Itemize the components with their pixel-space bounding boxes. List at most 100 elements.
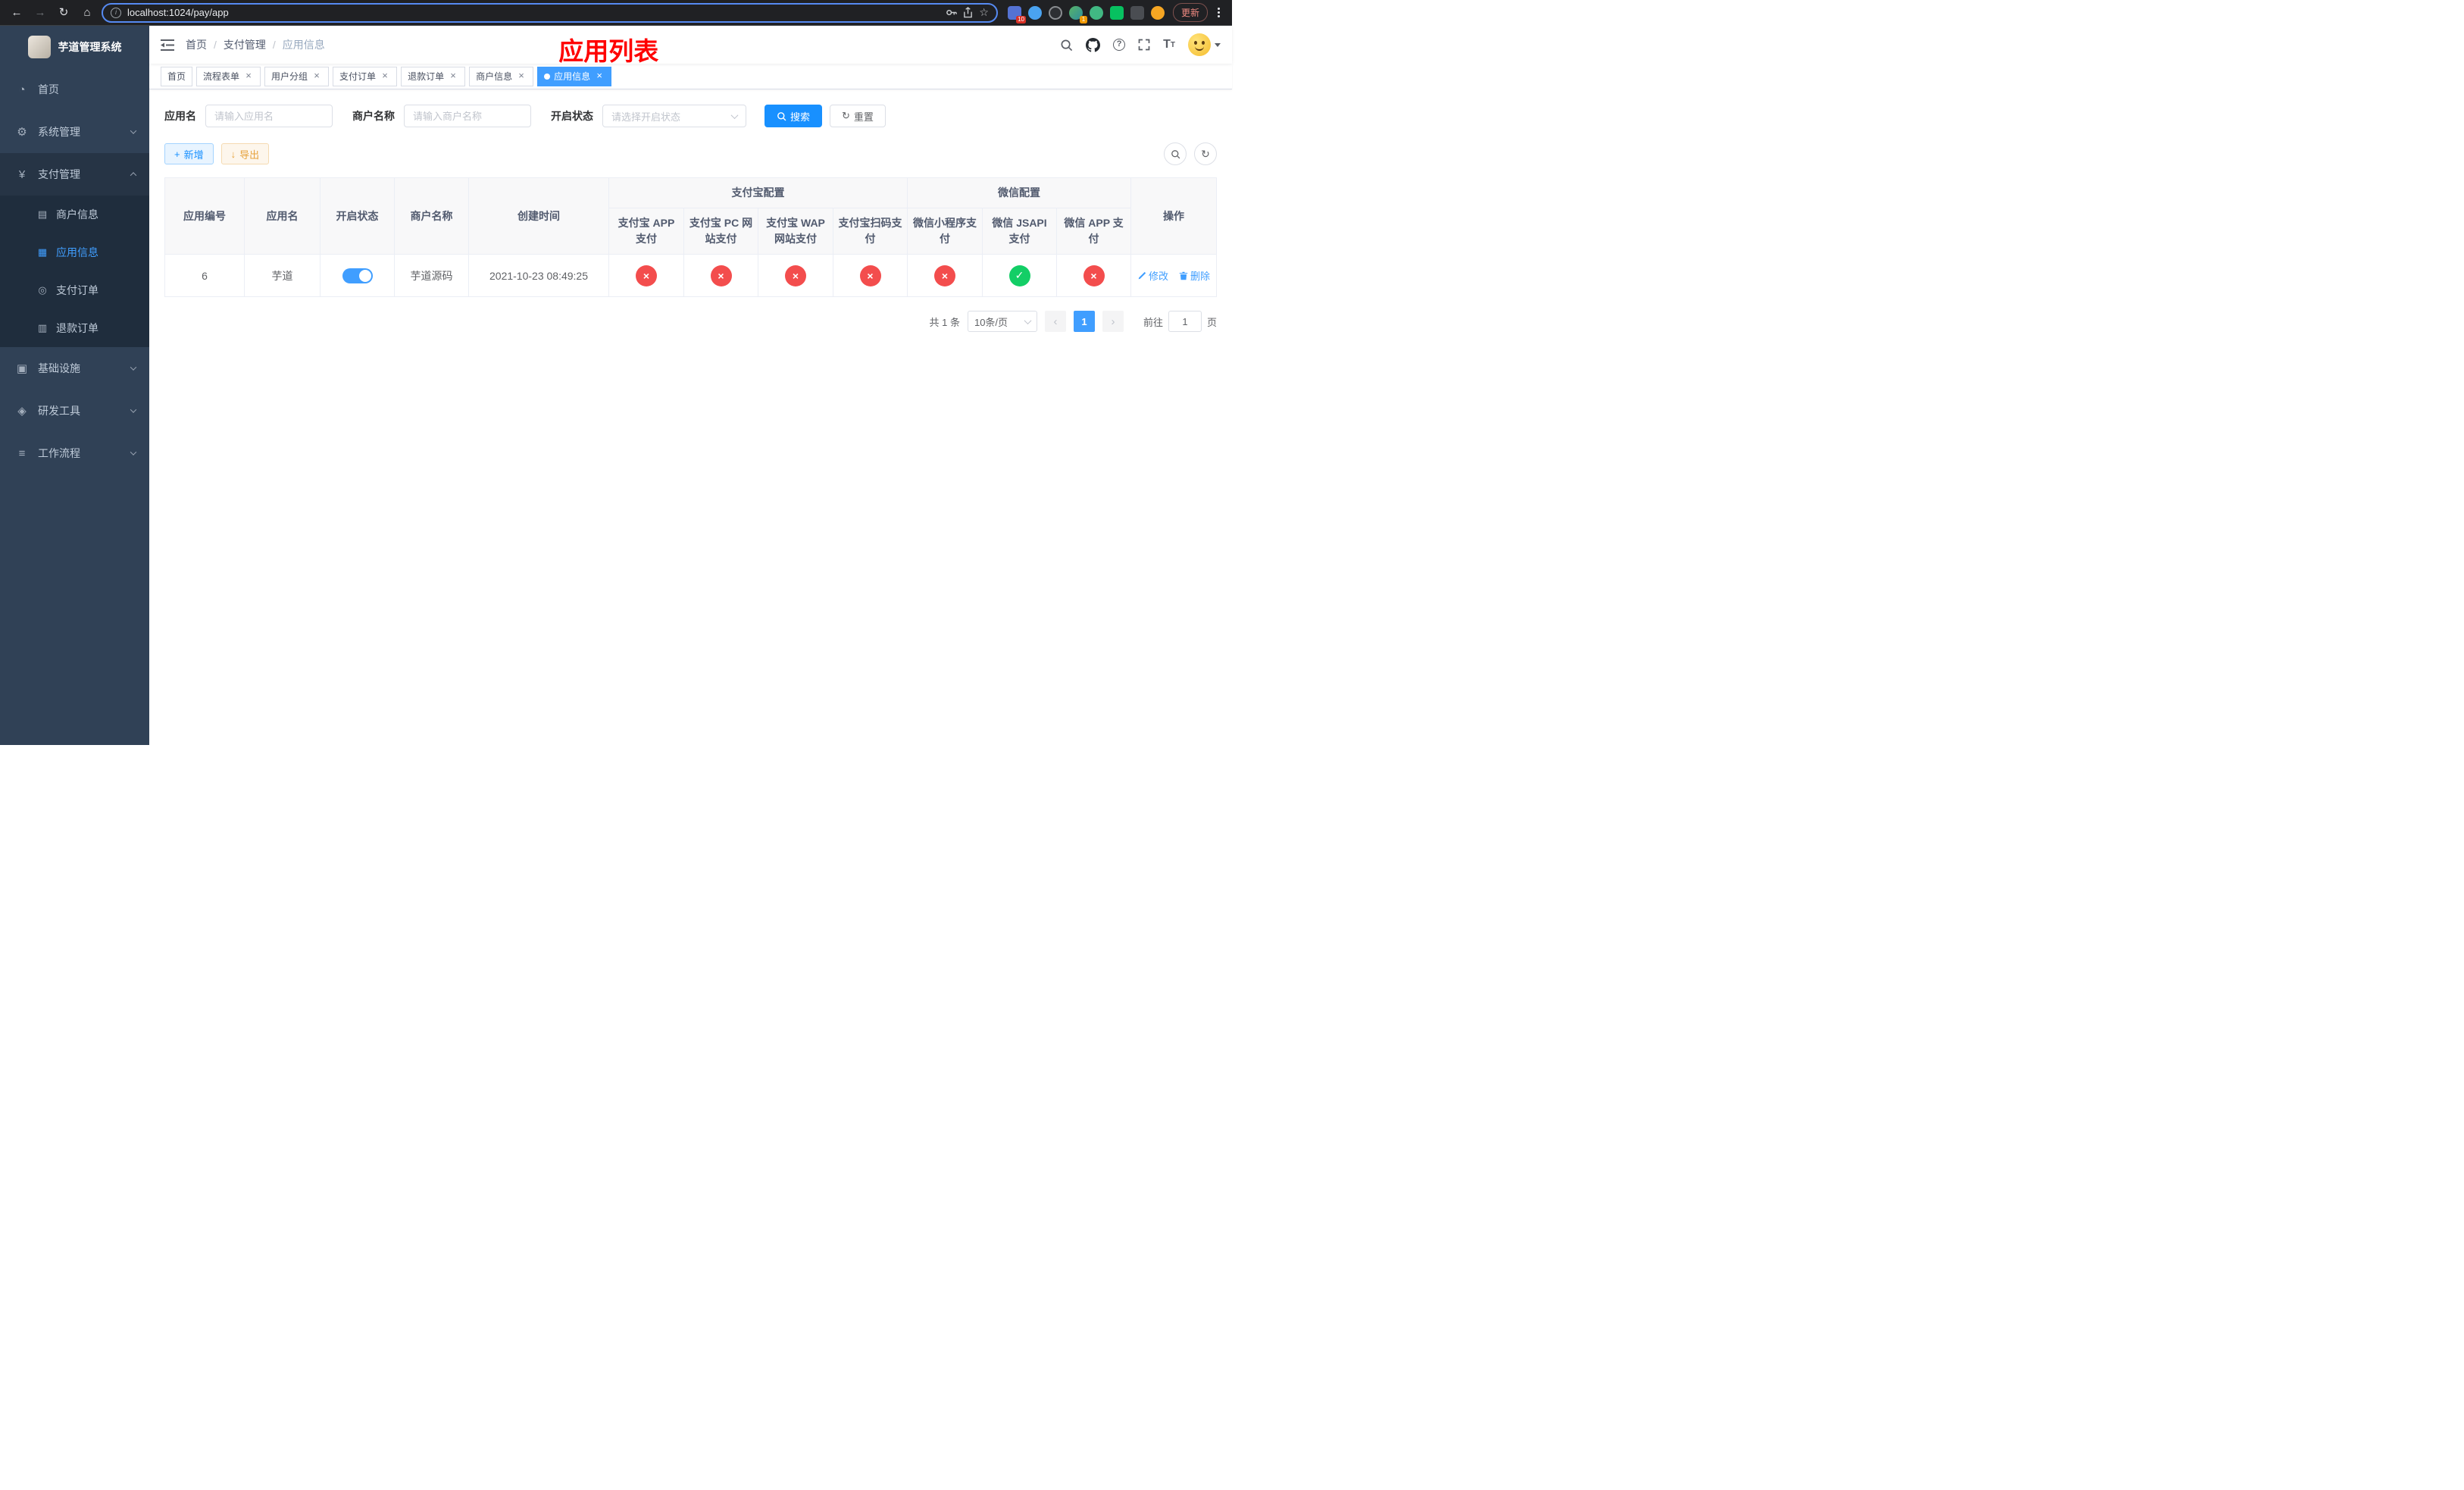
logo-image — [27, 36, 51, 58]
page-number-1[interactable]: 1 — [1073, 311, 1095, 332]
sidebar-item-app-info[interactable]: ▦ 应用信息 — [0, 233, 149, 271]
fail-icon: × — [785, 265, 806, 286]
close-icon[interactable]: × — [516, 70, 527, 82]
header-search-icon[interactable] — [1060, 39, 1073, 52]
sidebar-item-infrastructure[interactable]: ▣ 基础设施 — [0, 347, 149, 390]
share-icon[interactable] — [963, 7, 973, 18]
reset-button[interactable]: ↻ 重置 — [830, 105, 886, 127]
breadcrumb-payment[interactable]: 支付管理 — [224, 37, 266, 52]
merchant-name-input[interactable] — [404, 105, 531, 127]
page-annotation-title: 应用列表 — [558, 37, 659, 65]
app-name-input[interactable] — [205, 105, 333, 127]
tab-refund-order[interactable]: 退款订单 × — [401, 66, 466, 86]
back-button[interactable]: ← — [8, 4, 26, 22]
success-icon: ✓ — [1008, 265, 1030, 286]
breadcrumb-home[interactable]: 首页 — [186, 37, 207, 52]
sidebar-item-system[interactable]: ⚙ 系统管理 — [0, 111, 149, 153]
edit-button[interactable]: 修改 — [1137, 268, 1168, 283]
app-title: 芋道管理系统 — [58, 41, 122, 53]
extension-icon[interactable] — [1027, 5, 1042, 20]
forward-button[interactable]: → — [31, 4, 49, 22]
tab-process-form[interactable]: 流程表单 × — [196, 66, 261, 86]
sidebar-item-workflow[interactable]: ≡ 工作流程 — [0, 432, 149, 474]
address-bar[interactable]: i localhost:1024/pay/app ☆ — [102, 2, 998, 23]
fail-icon: × — [636, 265, 657, 286]
extension-icon[interactable]: 1 — [1068, 5, 1087, 23]
user-avatar-menu[interactable] — [1188, 33, 1221, 56]
cell-alipay-wap: × — [758, 254, 833, 297]
col-header-alipay-qr: 支付宝扫码支付 — [833, 208, 908, 255]
enable-toggle[interactable] — [342, 268, 373, 283]
search-button[interactable]: 搜索 — [765, 105, 823, 127]
sidebar-logo[interactable]: 芋道管理系统 — [0, 26, 149, 68]
add-button[interactable]: + 新增 — [164, 143, 214, 164]
col-header-status: 开启状态 — [320, 177, 395, 255]
trash-icon — [1179, 271, 1188, 280]
site-info-icon[interactable]: i — [111, 7, 121, 18]
refund-icon: ▥ — [37, 322, 48, 333]
prev-page-button[interactable]: ‹ — [1044, 311, 1066, 332]
extension-icon[interactable] — [1048, 5, 1062, 20]
extension-icon[interactable]: 10 — [1007, 5, 1026, 23]
breadcrumb-separator: / — [272, 39, 276, 51]
reload-button[interactable]: ↻ — [55, 4, 73, 22]
toggle-search-button[interactable] — [1164, 142, 1187, 165]
workflow-icon: ≡ — [18, 446, 26, 460]
close-icon[interactable]: × — [243, 70, 254, 82]
sidebar-item-label: 退款订单 — [56, 322, 98, 334]
col-header-alipay-pc: 支付宝 PC 网站支付 — [683, 208, 758, 255]
cell-wx-mini: × — [907, 254, 983, 297]
fullscreen-icon[interactable] — [1138, 39, 1150, 51]
sidebar-item-home[interactable]: ◔ 首页 — [0, 68, 149, 111]
goto-page-input[interactable] — [1168, 311, 1202, 332]
extension-icon[interactable] — [1089, 5, 1103, 20]
sidebar-fold-icon[interactable] — [161, 39, 174, 51]
close-icon[interactable]: × — [380, 70, 390, 82]
browser-menu-button[interactable] — [1213, 8, 1224, 17]
edit-icon — [1138, 271, 1146, 279]
home-button[interactable]: ⌂ — [78, 4, 96, 22]
goto-label: 前往 — [1143, 316, 1163, 328]
tab-app-info[interactable]: 应用信息 × — [537, 66, 612, 86]
apps-table: 应用编号 应用名 开启状态 商户名称 创建时间 支付宝配置 微信配置 操作 支付… — [164, 177, 1217, 297]
plus-icon: + — [174, 148, 180, 160]
tab-user-group[interactable]: 用户分组 × — [264, 66, 330, 86]
fail-icon: × — [710, 265, 732, 286]
cell-wx-jsapi: ✓ — [982, 254, 1057, 297]
tab-home[interactable]: 首页 — [161, 66, 193, 86]
delete-button[interactable]: 删除 — [1179, 268, 1210, 283]
help-icon[interactable]: ? — [1113, 39, 1126, 51]
close-icon[interactable]: × — [448, 70, 458, 82]
extension-icon[interactable] — [1109, 5, 1124, 20]
total-count: 共 1 条 — [929, 316, 960, 328]
page-size-select[interactable]: 10条/页 — [967, 311, 1037, 332]
sidebar-item-refund-order[interactable]: ▥ 退款订单 — [0, 309, 149, 347]
tab-label: 流程表单 — [203, 71, 240, 82]
tab-label: 商户信息 — [476, 71, 513, 82]
font-size-icon[interactable]: TT — [1163, 38, 1175, 52]
extension-icon[interactable] — [1150, 5, 1165, 20]
refresh-table-button[interactable]: ↻ — [1194, 142, 1217, 165]
fail-icon: × — [859, 265, 881, 286]
close-icon[interactable]: × — [311, 70, 322, 82]
sidebar-item-pay-order[interactable]: ◎ 支付订单 — [0, 271, 149, 309]
export-button[interactable]: ↓ 导出 — [220, 143, 270, 164]
password-key-icon[interactable] — [946, 7, 958, 18]
status-select[interactable]: 请选择开启状态 — [602, 105, 746, 127]
chrome-update-button[interactable]: 更新 — [1172, 3, 1208, 22]
sidebar-item-merchant-info[interactable]: ▤ 商户信息 — [0, 196, 149, 233]
pagination: 共 1 条 10条/页 ‹ 1 › 前往 页 — [164, 311, 1217, 332]
sidebar-item-label: 工作流程 — [38, 447, 80, 459]
chevron-down-icon — [130, 364, 137, 371]
bookmark-star-icon[interactable]: ☆ — [979, 6, 989, 19]
extension-icon[interactable] — [1130, 5, 1144, 20]
col-header-alipay-app: 支付宝 APP 支付 — [608, 208, 684, 255]
fail-icon: × — [1083, 265, 1105, 286]
tab-merchant-info[interactable]: 商户信息 × — [469, 66, 534, 86]
sidebar-item-dev-tools[interactable]: ◈ 研发工具 — [0, 390, 149, 432]
github-icon[interactable] — [1086, 37, 1101, 52]
close-icon[interactable]: × — [594, 70, 605, 82]
tab-pay-order[interactable]: 支付订单 × — [333, 66, 398, 86]
sidebar-item-payment[interactable]: ¥ 支付管理 — [0, 153, 149, 196]
next-page-button[interactable]: › — [1102, 311, 1124, 332]
